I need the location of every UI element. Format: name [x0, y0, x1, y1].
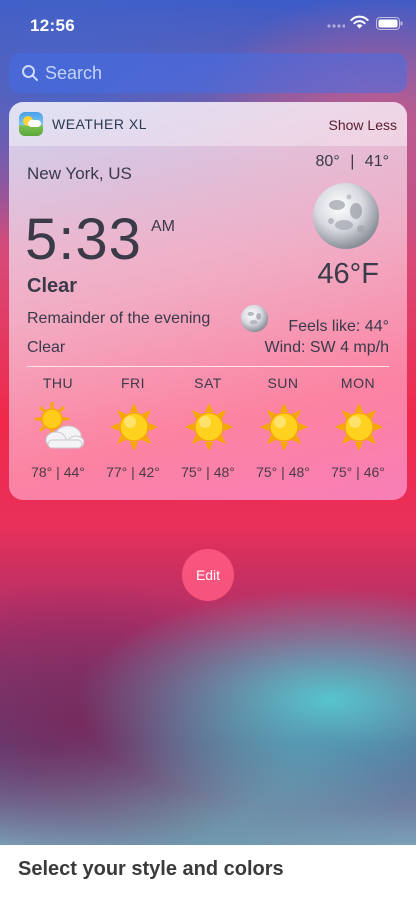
forecast-temps: 75° | 46° [331, 464, 385, 480]
sun-icon [185, 403, 233, 451]
remainder-condition: Clear [27, 339, 66, 356]
edit-button[interactable]: Edit [182, 549, 234, 601]
status-time: 12:56 [30, 16, 75, 35]
widget-app-name: WEATHER XL [52, 116, 147, 132]
time-period: AM [151, 218, 175, 235]
moon-icon [313, 183, 379, 249]
wind-label: Wind: SW 4 mp/h [264, 339, 389, 356]
moon-icon [240, 304, 269, 333]
high-low-separator: | [350, 153, 355, 170]
forecast-day-name: SUN [267, 375, 299, 391]
status-bar: 12:56 [0, 0, 416, 48]
sun-icon [335, 403, 383, 451]
forecast-day: THU 78° | 44° [20, 372, 96, 492]
forecast-day: FRI 77° | 42° [95, 372, 171, 492]
home-screen: 12:56 Search WEATHER XL Show Less New Yo… [0, 0, 416, 845]
remainder-label: Remainder of the evening [27, 310, 211, 327]
high-temp: 80° [315, 153, 340, 170]
sun-icon [110, 403, 158, 451]
forecast-day-name: MON [340, 375, 376, 391]
forecast-day-name: THU [42, 375, 74, 391]
search-placeholder: Search [45, 62, 103, 83]
current-time: 5:33 [25, 207, 142, 272]
signal-icon [327, 24, 345, 28]
current-temperature: 46°F [317, 258, 379, 290]
forecast-day-name: SAT [194, 375, 222, 391]
forecast-day: SUN 75° | 48° [245, 372, 321, 492]
weather-widget[interactable]: WEATHER XL Show Less New York, US 80° | … [9, 102, 407, 500]
caption: Select your style and colors [18, 858, 284, 880]
current-condition: Clear [27, 275, 78, 297]
wifi-icon [350, 15, 369, 29]
feels-like-label: Feels like: 44° [288, 318, 389, 335]
forecast-day: SAT 75° | 48° [170, 372, 246, 492]
divider [27, 366, 389, 367]
search-icon [22, 65, 38, 81]
forecast-day-name: FRI [120, 375, 146, 391]
forecast-row: THU 78° | 44° FRI 77° | 42° SAT 75° | 48… [9, 372, 407, 492]
low-temp: 41° [364, 153, 389, 170]
battery-icon [376, 17, 403, 30]
high-low-temps: 80° | 41° [316, 153, 389, 171]
weather-app-icon [19, 112, 43, 136]
partly-cloudy-icon [34, 402, 84, 449]
sun-icon [260, 403, 308, 451]
search-bar[interactable]: Search [9, 53, 407, 93]
show-less-button[interactable]: Show Less [329, 117, 397, 133]
location-label: New York, US [27, 164, 132, 183]
widget-header: WEATHER XL Show Less [9, 102, 407, 146]
forecast-day: MON 75° | 46° [320, 372, 396, 492]
